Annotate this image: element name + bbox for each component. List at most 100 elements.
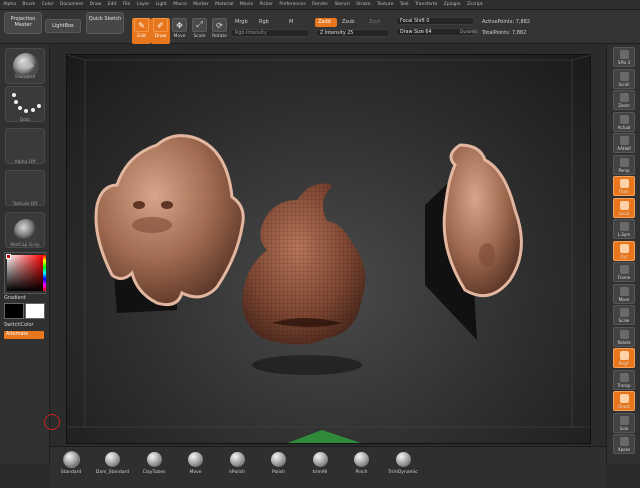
menu-item-transform[interactable]: Transform — [412, 0, 441, 9]
rotate-icon: ⟳ — [212, 18, 227, 32]
view-local-button[interactable]: Local — [613, 197, 635, 218]
view-spix-3-button[interactable]: SPix 3 — [613, 47, 635, 67]
menu-item-document[interactable]: Document — [57, 0, 87, 9]
menu-item-macro[interactable]: Macro — [170, 0, 190, 9]
view-frame-button[interactable]: Frame — [613, 262, 635, 282]
transp-icon — [620, 372, 629, 382]
menu-item-zscript[interactable]: Zscript — [464, 0, 486, 9]
menu-item-alpha[interactable]: Alpha — [0, 0, 19, 9]
secondary-color-swatch[interactable] — [4, 303, 24, 319]
alpha-thumbnail[interactable] — [5, 128, 45, 164]
brush-sphere-icon — [395, 452, 411, 467]
hue-strip[interactable] — [43, 255, 46, 291]
menu-item-draw[interactable]: Draw — [86, 0, 104, 9]
brush-claytubes[interactable]: ClayTubes — [133, 452, 175, 475]
brush-move[interactable]: Move — [175, 452, 217, 475]
color-field[interactable] — [7, 255, 43, 291]
brush-polish[interactable]: Polish — [258, 452, 300, 475]
menu-item-file[interactable]: File — [120, 0, 134, 9]
stroke-thumbnail[interactable] — [5, 86, 45, 122]
menu-item-edit[interactable]: Edit — [105, 0, 120, 9]
tool-draw-button[interactable]: ✐ Draw — [151, 18, 170, 44]
projection-master-button[interactable]: Projection Master — [4, 12, 42, 34]
brush-pinch[interactable]: Pinch — [341, 452, 383, 475]
brush-trimdynamic[interactable]: TrimDynamic — [382, 452, 424, 475]
brush-dam-standard[interactable]: Dam_Standard — [92, 452, 134, 475]
view-xyz-button[interactable]: Xyz — [613, 240, 635, 261]
view-button-label: Local — [618, 210, 630, 216]
l-sym-icon — [620, 222, 629, 231]
view-scale-button[interactable]: Scale — [613, 305, 635, 325]
view-move-button[interactable]: Move — [613, 283, 635, 304]
menu-item-brush[interactable]: Brush — [19, 0, 38, 9]
menu-item-stroke[interactable]: Stroke — [353, 0, 374, 9]
menu-item-texture[interactable]: Texture — [374, 0, 397, 9]
menu-item-render[interactable]: Render — [309, 0, 331, 9]
dynamic-toggle[interactable]: Dynamic — [460, 29, 478, 34]
z-intensity-slider[interactable]: Z Intensity 25 — [315, 29, 390, 37]
menu-item-marker[interactable]: Marker — [190, 0, 212, 9]
zsub-button[interactable]: Zsub — [342, 19, 354, 25]
tool-scale-button[interactable]: ⤢ Scale — [190, 18, 209, 44]
view-scroll-button[interactable]: Scroll — [613, 68, 635, 89]
menu-item-color[interactable]: Color — [39, 0, 57, 9]
brush-hpolish[interactable]: hPolish — [216, 452, 258, 475]
view-actual-button[interactable]: Actual — [613, 111, 635, 132]
menu-item-zplugin[interactable]: Zplugin — [440, 0, 463, 9]
view-button-label: Solo — [619, 425, 629, 431]
color-picker[interactable] — [4, 252, 46, 294]
material-caption: MatCap Gray — [10, 243, 40, 248]
view-button-label: PolyF — [618, 361, 630, 366]
brush-trimall[interactable]: trimAll — [299, 452, 341, 475]
brush-label: trimAll — [312, 470, 328, 475]
menu-item-tool[interactable]: Tool — [397, 0, 412, 9]
tool-rotate-button[interactable]: ⟳ Rotate — [210, 18, 229, 44]
view-button-label: Scale — [618, 318, 630, 323]
brush-sphere-icon — [63, 452, 79, 467]
menu-item-light[interactable]: Light — [152, 0, 170, 9]
view-transp-button[interactable]: Transp — [613, 369, 635, 390]
view-persp-button[interactable]: Persp — [613, 154, 635, 175]
rgb-intensity-slider[interactable]: Rgb Intensity — [230, 29, 310, 37]
view-button-label: Zoom — [618, 103, 630, 108]
left-tray: Standard Dots Alpha Off Texture Off MatC… — [0, 44, 50, 464]
menu-item-picker[interactable]: Picker — [256, 0, 276, 9]
top-shelf: Projection Master LightBox Quick Sketch … — [0, 10, 640, 44]
gradient-label[interactable]: Gradient — [4, 295, 26, 301]
quick-sketch-button[interactable]: Quick Sketch — [86, 12, 124, 34]
zcut-button[interactable]: Zcut — [369, 19, 380, 25]
switch-color-button[interactable]: SwitchColor — [4, 322, 34, 328]
view-l-sym-button[interactable]: L.Sym — [613, 219, 635, 239]
focal-shift-slider[interactable]: Focal Shift 0 — [395, 17, 475, 25]
view-xpose-button[interactable]: Xpose — [613, 434, 635, 454]
primary-color-swatch[interactable] — [25, 303, 45, 319]
scale-icon — [620, 308, 629, 317]
zadd-button[interactable]: Zadd — [315, 18, 337, 27]
view-solo-button[interactable]: Solo — [613, 412, 635, 433]
brush-standard[interactable]: Standard — [50, 452, 92, 475]
view-floor-button[interactable]: Floor — [613, 176, 635, 196]
menu-item-movie[interactable]: Movie — [237, 0, 257, 9]
alternate-button[interactable]: Alternate — [4, 331, 44, 339]
view-polyf-button[interactable]: PolyF — [613, 348, 635, 368]
view-aahalf-button[interactable]: AAHalf — [613, 133, 635, 153]
tool-edit-button[interactable]: ✎ Edit — [132, 18, 151, 44]
tool-move-button[interactable]: ✥ Move — [170, 18, 189, 44]
menu-item-layer[interactable]: Layer — [134, 0, 153, 9]
rgb-button[interactable]: Rgb — [259, 19, 269, 25]
view-button-label: Actual — [617, 124, 631, 130]
menu-item-preferences[interactable]: Preferences — [276, 0, 309, 9]
3d-viewport[interactable] — [66, 54, 591, 444]
view-zoom-button[interactable]: Zoom — [613, 90, 635, 110]
m-button[interactable]: M — [289, 19, 293, 25]
mrgb-button[interactable]: Mrgb — [235, 19, 248, 25]
menu-item-material[interactable]: Material — [212, 0, 237, 9]
menu-item-stencil[interactable]: Stencil — [331, 0, 353, 9]
texture-thumbnail[interactable] — [5, 170, 45, 206]
right-tray: SPix 3 Scroll Zoom Actual AAHalf Persp Floor Lo… — [606, 44, 640, 464]
brush-sphere-icon — [354, 452, 369, 467]
view-ghost-button[interactable]: Ghost — [613, 391, 635, 411]
view-rotate-button[interactable]: Rotate — [613, 326, 635, 347]
lightbox-button[interactable]: LightBox — [45, 19, 81, 33]
scene-render — [67, 55, 590, 443]
